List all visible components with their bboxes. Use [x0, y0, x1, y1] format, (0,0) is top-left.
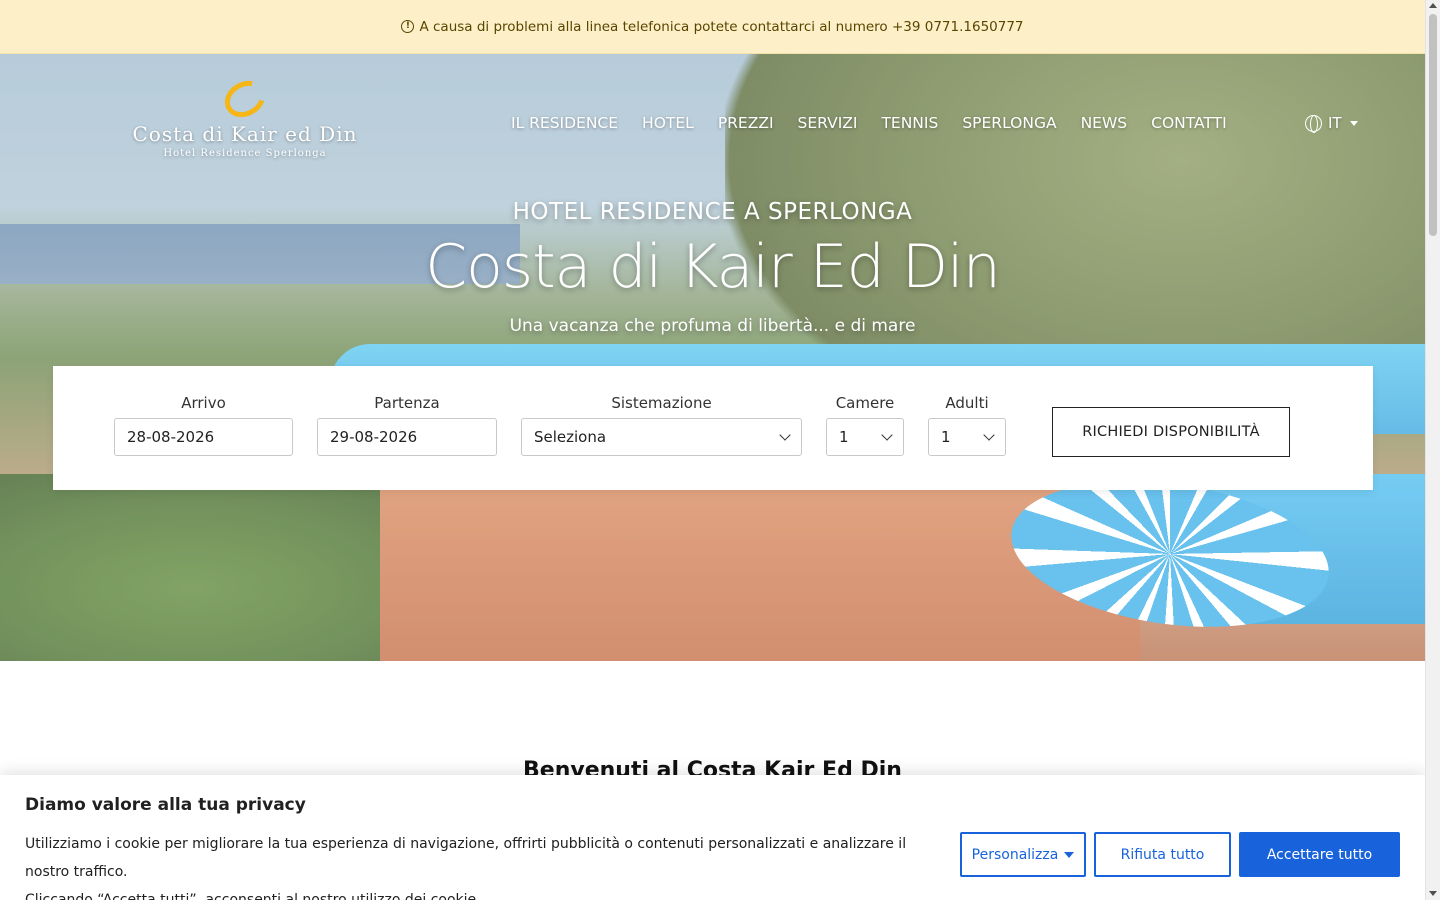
notice-bar: ! A causa di problemi alla linea telefon… — [0, 0, 1425, 54]
hero-title: Costa di Kair Ed Din — [425, 232, 1001, 302]
accommodation-label: Sistemazione — [611, 394, 712, 412]
cookie-title: Diamo valore alla tua privacy — [25, 795, 306, 815]
hero-banner: Costa di Kair ed Din Hotel Residence Spe… — [0, 54, 1425, 661]
departure-label: Partenza — [374, 394, 440, 412]
nav-item-hotel[interactable]: HOTEL — [642, 114, 694, 132]
adults-value: 1 — [941, 428, 951, 446]
chevron-down-icon — [779, 429, 791, 441]
accommodation-value: Seleziona — [534, 428, 607, 446]
adults-field-group: Adulti 1 — [928, 394, 1006, 456]
arrival-date-value: 28-08-2026 — [127, 428, 215, 446]
scrollbar-thumb[interactable] — [1429, 14, 1437, 236]
departure-date-input[interactable]: 29-08-2026 — [317, 418, 497, 456]
departure-date-value: 29-08-2026 — [330, 428, 418, 446]
rooms-select[interactable]: 1 — [826, 418, 904, 456]
nav-item-news[interactable]: NEWS — [1081, 114, 1128, 132]
rooms-value: 1 — [839, 428, 849, 446]
caret-down-icon — [1349, 120, 1358, 126]
accept-all-button[interactable]: Accettare tutto — [1239, 832, 1400, 877]
departure-field-group: Partenza 29-08-2026 — [317, 394, 497, 456]
logo-mark-icon — [218, 73, 272, 125]
arrival-field-group: Arrivo 28-08-2026 — [114, 394, 293, 456]
reject-all-button[interactable]: Rifiuta tutto — [1094, 832, 1231, 877]
caret-down-icon — [1064, 851, 1075, 858]
site-logo[interactable]: Costa di Kair ed Din Hotel Residence Spe… — [120, 73, 370, 159]
nav-item-contatti[interactable]: CONTATTI — [1151, 114, 1227, 132]
customize-label: Personalizza — [971, 846, 1059, 863]
accommodation-field-group: Sistemazione Seleziona — [521, 394, 802, 456]
language-selector[interactable]: IT — [1305, 114, 1358, 133]
scroll-down-icon[interactable] — [1429, 891, 1437, 896]
nav-item-il-residence[interactable]: IL RESIDENCE — [511, 114, 618, 132]
cookie-text-line2: Cliccando “Accetta tutti”, acconsenti al… — [25, 892, 481, 900]
arrival-date-input[interactable]: 28-08-2026 — [114, 418, 293, 456]
hero-tagline: Una vacanza che profuma di libertà... e … — [509, 316, 916, 336]
adults-label: Adulti — [945, 394, 989, 412]
adults-select[interactable]: 1 — [928, 418, 1006, 456]
logo-subtitle: Hotel Residence Sperlonga — [163, 148, 327, 159]
nav-item-prezzi[interactable]: PREZZI — [718, 114, 774, 132]
cookie-text: Utilizziamo i cookie per migliorare la t… — [25, 830, 945, 900]
nav-item-servizi[interactable]: SERVIZI — [798, 114, 858, 132]
hero-kicker: HOTEL RESIDENCE A SPERLONGA — [512, 199, 913, 225]
booking-form: Arrivo 28-08-2026 Partenza 29-08-2026 Si… — [53, 366, 1373, 490]
rooms-field-group: Camere 1 — [826, 394, 904, 456]
scroll-up-icon[interactable] — [1429, 3, 1437, 8]
page-scrollbar[interactable] — [1425, 0, 1440, 900]
customize-button[interactable]: Personalizza — [960, 832, 1086, 877]
globe-icon — [1305, 114, 1322, 133]
rooms-label: Camere — [835, 394, 895, 412]
chevron-down-icon — [983, 429, 995, 441]
arrival-label: Arrivo — [181, 394, 226, 412]
notice-text: A causa di problemi alla linea telefonic… — [419, 18, 1024, 35]
cookie-banner: Diamo valore alla tua privacy Utilizziam… — [0, 775, 1425, 900]
logo-name: Costa di Kair ed Din — [132, 122, 358, 146]
nav-item-sperlonga[interactable]: SPERLONGA — [962, 114, 1056, 132]
nav-item-tennis[interactable]: TENNIS — [881, 114, 938, 132]
info-icon: ! — [401, 20, 415, 33]
main-nav: IL RESIDENCE HOTEL PREZZI SERVIZI TENNIS… — [511, 114, 1227, 132]
language-label: IT — [1328, 114, 1342, 132]
request-availability-button[interactable]: RICHIEDI DISPONIBILITÀ — [1052, 407, 1290, 457]
accommodation-select[interactable]: Seleziona — [521, 418, 802, 456]
cookie-text-line1: Utilizziamo i cookie per migliorare la t… — [25, 836, 907, 880]
chevron-down-icon — [881, 429, 893, 441]
